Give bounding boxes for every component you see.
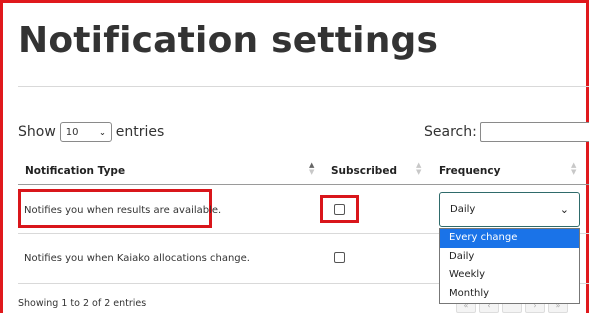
entries-label: entries xyxy=(115,124,165,140)
entries-per-page-value: 10 xyxy=(65,126,79,138)
dropdown-option-monthly[interactable]: Monthly xyxy=(440,285,579,304)
table-search: Search: xyxy=(424,122,589,142)
row-notification-type: Notifies you when Kaiako allocations cha… xyxy=(24,253,250,264)
entries-length-control: Show 10 ⌄ entries xyxy=(18,122,164,142)
search-input[interactable] xyxy=(479,122,589,142)
dropdown-option-every-change[interactable]: Every change xyxy=(440,229,579,248)
column-header-notification-type[interactable]: Notification Type xyxy=(25,165,125,177)
entries-per-page-select[interactable]: 10 ⌄ xyxy=(59,122,112,142)
page-title: Notification settings xyxy=(18,20,439,61)
show-label: Show xyxy=(18,124,56,140)
dropdown-option-weekly[interactable]: Weekly xyxy=(440,266,579,285)
frequency-selected-value: Daily xyxy=(450,204,476,215)
frequency-select[interactable]: Daily ⌄ xyxy=(439,192,580,227)
title-divider xyxy=(18,86,589,87)
row-notification-type: Notifies you when results are available. xyxy=(24,205,222,216)
search-label: Search: xyxy=(424,124,477,140)
column-header-subscribed[interactable]: Subscribed xyxy=(331,165,397,177)
table-info: Showing 1 to 2 of 2 entries xyxy=(18,298,147,309)
sort-icon: ▲ ▼ xyxy=(571,161,577,176)
frequency-dropdown-list: Every change Daily Weekly Monthly xyxy=(439,228,580,304)
column-header-frequency[interactable]: Frequency xyxy=(439,165,500,177)
dropdown-option-daily[interactable]: Daily xyxy=(440,248,579,267)
header-divider xyxy=(18,184,589,185)
chevron-down-icon: ⌄ xyxy=(559,203,569,216)
sort-icon: ▲ ▼ xyxy=(416,161,422,176)
sort-icon: ▲ ▼ xyxy=(309,161,315,176)
subscribed-checkbox[interactable] xyxy=(334,252,345,263)
chevron-down-icon: ⌄ xyxy=(99,127,106,137)
subscribed-checkbox[interactable] xyxy=(334,204,345,215)
